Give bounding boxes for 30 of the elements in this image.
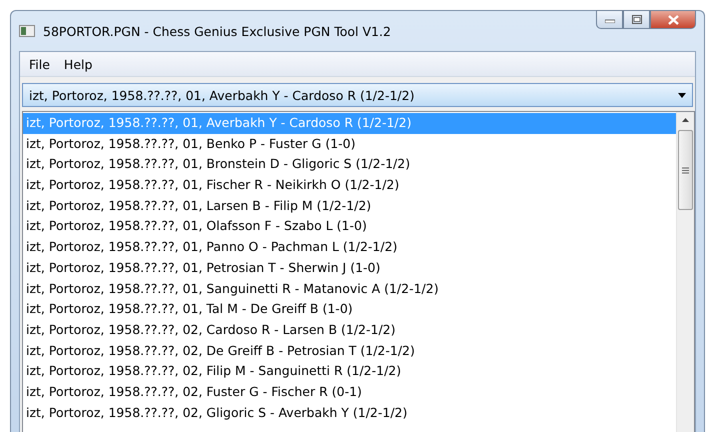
close-icon bbox=[668, 14, 678, 24]
dropdown-caret-icon bbox=[678, 92, 686, 98]
maximize-icon bbox=[632, 15, 642, 24]
app-icon bbox=[19, 25, 35, 37]
game-list-item[interactable]: izt, Portoroz, 1958.??.??, 01, Petrosian T - Sherwin J (1-0) bbox=[23, 258, 676, 278]
game-list-item[interactable]: izt, Portoroz, 1958.??.??, 01, Benko P - Fuster G (1-0) bbox=[23, 134, 676, 154]
game-list-item[interactable]: izt, Portoroz, 1958.??.??, 01, Panno O - Pachman L (1/2-1/2) bbox=[23, 237, 676, 258]
game-list-item[interactable]: izt, Portoroz, 1958.??.??, 01, Tal M - De Greiff B (1-0) bbox=[23, 299, 676, 320]
game-list-item[interactable]: izt, Portoroz, 1958.??.??, 01, Sanguinetti R - Matanovic A (1/2-1/2) bbox=[23, 278, 676, 300]
menu-item[interactable]: Help bbox=[56, 54, 100, 74]
game-list-item[interactable]: izt, Portoroz, 1958.??.??, 02, Fuster G - Fischer R (0-1) bbox=[23, 382, 676, 403]
close-button[interactable] bbox=[650, 10, 696, 29]
maximize-button[interactable] bbox=[623, 10, 650, 29]
game-list-item[interactable]: izt, Portoroz, 1958.??.??, 02, De Greiff B - Petrosian T (1/2-1/2) bbox=[23, 340, 676, 362]
game-list-item[interactable]: izt, Portoroz, 1958.??.??, 01, Olafsson F - Szabo L (1-0) bbox=[23, 216, 676, 238]
game-dropdown[interactable]: izt, Portoroz, 1958.??.??, 01, Averbakh Y - Cardoso R (1/2-1/2) bbox=[22, 83, 693, 107]
scrollbar[interactable] bbox=[676, 112, 694, 432]
window-title: 58PORTOR.PGN - Chess Genius Exclusive PGN Tool V1.2 bbox=[43, 24, 392, 38]
game-list-item[interactable]: izt, Portoroz, 1958.??.??, 02, Gligoric S - Averbakh Y (1/2-1/2) bbox=[23, 402, 676, 424]
minimize-icon bbox=[604, 16, 614, 22]
menu-item[interactable]: File bbox=[22, 54, 57, 74]
game-list-item[interactable]: izt, Portoroz, 1958.??.??, 01, Fischer R - Neikirkh O (1/2-1/2) bbox=[23, 175, 676, 196]
game-list-item[interactable]: izt, Portoroz, 1958.??.??, 02, Cardoso R - Larsen B (1/2-1/2) bbox=[23, 320, 676, 341]
minimize-button[interactable] bbox=[596, 10, 623, 29]
scroll-thumb[interactable] bbox=[678, 130, 693, 210]
grip-icon bbox=[682, 166, 689, 174]
game-list-item[interactable]: izt, Portoroz, 1958.??.??, 01, Bronstein D - Gligoric S (1/2-1/2) bbox=[23, 154, 676, 176]
game-list-item[interactable]: izt, Portoroz, 1958.??.??, 01, Larsen B - Filip M (1/2-1/2) bbox=[23, 196, 676, 216]
game-list-item[interactable]: izt, Portoroz, 1958.??.??, 02, Filip M - Sanguinetti R (1/2-1/2) bbox=[23, 361, 676, 382]
scroll-up-icon[interactable] bbox=[682, 118, 689, 122]
